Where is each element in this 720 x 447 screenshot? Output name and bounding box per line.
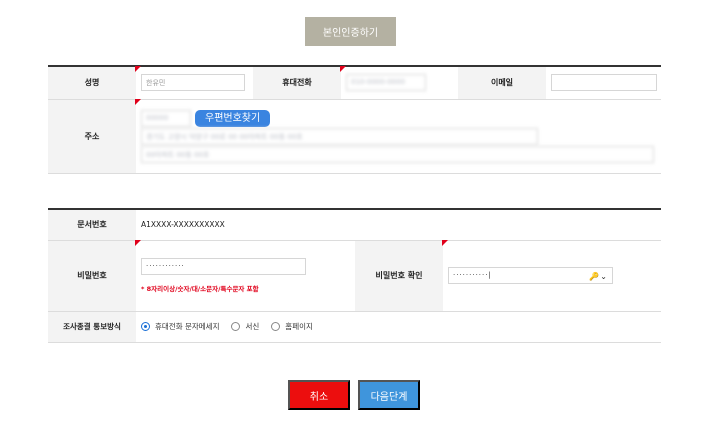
text-caret: | <box>488 271 492 279</box>
doc-number-value: A1XXXX-XXXXXXXXXX <box>136 209 662 241</box>
phone-input[interactable]: 010-0000-0000 <box>346 74 426 92</box>
password-confirm-cell: ···········| 🔑⌄ <box>441 239 662 312</box>
password-cell: ············ * 8자리이상/숫자/대/소문자/특수문자 포함 <box>135 239 355 312</box>
radio-unselected-icon[interactable] <box>231 322 241 331</box>
password-confirm-label: 비밀번호 확인 <box>355 240 443 312</box>
name-cell: 한유민 <box>135 65 253 100</box>
phone-label: 휴대전화 <box>253 66 341 100</box>
applicant-info-table: 성명 한유민 휴대전화 010-0000-0000 이메일 주소 00000 우편… <box>48 65 661 174</box>
notify-radio-group: 휴대전화 문자메세지 서신 홈페이지 <box>141 321 661 332</box>
radio-selected-icon[interactable] <box>141 322 150 331</box>
email-label: 이메일 <box>458 66 546 100</box>
notify-option-sms[interactable]: 휴대전화 문자메세지 <box>141 321 219 332</box>
zip-input[interactable]: 00000 <box>141 109 191 127</box>
zip-search-button[interactable]: 우편번호찾기 <box>195 109 271 127</box>
radio-unselected-icon[interactable] <box>271 322 281 331</box>
next-step-button[interactable]: 다음단계 <box>358 380 420 410</box>
identity-verify-button[interactable]: 본인인증하기 <box>305 17 396 46</box>
notify-option-homepage-label: 홈페이지 <box>285 322 313 331</box>
key-icon[interactable]: 🔑⌄ <box>589 272 608 281</box>
cancel-button[interactable]: 취소 <box>288 380 350 410</box>
address-label: 주소 <box>48 99 136 174</box>
doc-number-label-text: 문서번호 <box>77 220 107 230</box>
address-cell: 00000 우편번호찾기 경기도 고양시 덕양구 00로 00 00아파트 00동… <box>135 98 661 174</box>
doc-number-row: 문서번호 A1XXXX-XXXXXXXXXX <box>48 209 662 241</box>
notify-option-letter-label: 서신 <box>245 322 260 331</box>
password-hint: * 8자리이상/숫자/대/소문자/특수문자 포함 <box>141 285 259 293</box>
password-label-text: 비밀번호 <box>77 271 107 280</box>
password-label: 비밀번호 <box>48 240 136 312</box>
address-label-text: 주소 <box>84 131 100 141</box>
zip-row: 00000 우편번호찾기 <box>141 109 661 127</box>
notify-label-text: 조사종결 통보방식 <box>63 322 121 331</box>
email-input[interactable] <box>551 74 657 92</box>
notify-row: 조사종결 통보방식 휴대전화 문자메세지 서신 홈페이지 <box>48 311 662 343</box>
name-label-text: 성명 <box>84 78 100 88</box>
address-line1-row: 경기도 고양시 덕양구 00로 00 00아파트 00동 00호 <box>141 127 661 145</box>
email-label-text: 이메일 <box>490 78 514 88</box>
doc-number-label: 문서번호 <box>48 209 136 241</box>
notify-cell: 휴대전화 문자메세지 서신 홈페이지 <box>136 311 662 343</box>
notify-option-sms-label: 휴대전화 문자메세지 <box>155 322 220 331</box>
password-row: 비밀번호 ············ * 8자리이상/숫자/대/소문자/특수문자 … <box>48 239 662 312</box>
password-confirm-label-text: 비밀번호 확인 <box>375 271 423 280</box>
password-confirm-input[interactable]: ···········| 🔑⌄ <box>448 267 613 284</box>
document-info-table: 문서번호 A1XXXX-XXXXXXXXXX 비밀번호 ············… <box>48 208 662 343</box>
address-line2-input[interactable]: 00아파트 00동 00호 <box>141 145 654 163</box>
name-input[interactable]: 한유민 <box>141 74 245 92</box>
notify-option-letter[interactable]: 서신 <box>231 321 259 332</box>
address-line2-row: 00아파트 00동 00호 <box>141 145 661 163</box>
phone-label-text: 휴대전화 <box>282 78 312 88</box>
notify-option-homepage[interactable]: 홈페이지 <box>271 321 313 332</box>
password-confirm-dots: ··········· <box>453 271 489 279</box>
applicant-row: 성명 한유민 휴대전화 010-0000-0000 이메일 <box>48 65 661 100</box>
email-cell <box>546 66 661 100</box>
name-label: 성명 <box>48 66 136 100</box>
notify-label: 조사종결 통보방식 <box>48 311 136 343</box>
address-row: 주소 00000 우편번호찾기 경기도 고양시 덕양구 00로 00 00아파트 … <box>48 98 661 174</box>
doc-number-text: A1XXXX-XXXXXXXXXX <box>141 220 225 230</box>
password-input[interactable]: ············ <box>141 258 306 275</box>
phone-cell: 010-0000-0000 <box>340 65 458 100</box>
address-line1-input[interactable]: 경기도 고양시 덕양구 00로 00 00아파트 00동 00호 <box>141 127 538 145</box>
